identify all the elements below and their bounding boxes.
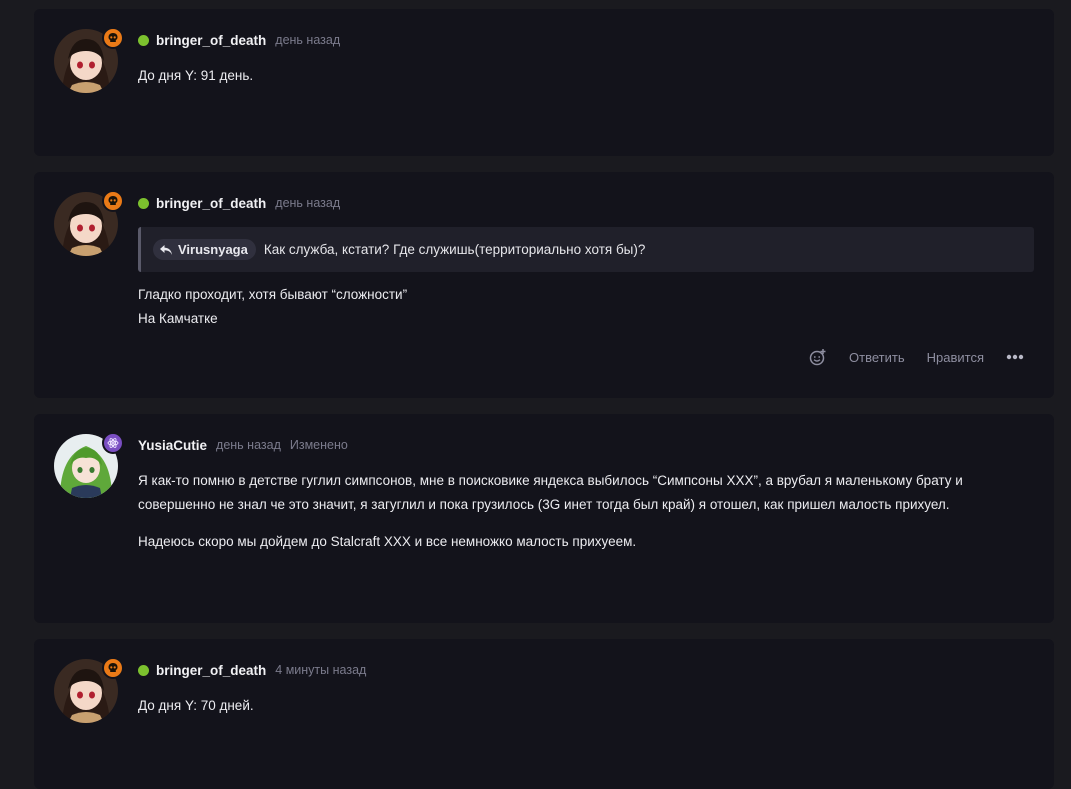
comment-header: bringer_of_death день назад	[138, 194, 340, 212]
reply-button[interactable]: Ответить	[849, 350, 905, 365]
comment-header: YusiaCutie день назад Изменено	[138, 436, 348, 454]
skull-badge	[102, 190, 124, 212]
add-reaction-button[interactable]	[809, 348, 827, 366]
timestamp[interactable]: день назад	[275, 33, 340, 47]
comment-paragraph: До дня Y: 70 дней.	[138, 698, 254, 713]
quote-author-chip[interactable]: Virusnyaga	[153, 239, 256, 260]
like-button[interactable]: Нравится	[927, 350, 984, 365]
online-indicator	[138, 34, 149, 46]
quoted-reply[interactable]: Virusnyaga Как служба, кстати? Где служи…	[138, 227, 1034, 272]
quote-author: Virusnyaga	[178, 242, 248, 257]
quote-text: Как служба, кстати? Где служишь(территор…	[263, 242, 646, 257]
online-indicator	[138, 197, 149, 209]
skull-icon	[108, 663, 118, 672]
comment-paragraph: На Камчатке	[138, 311, 218, 326]
comment-paragraph: Я как-то помню в детстве гуглил симпсоно…	[138, 473, 963, 512]
skull-badge	[102, 657, 124, 679]
comment-card: bringer_of_death день назад До дня Y: 91…	[34, 9, 1054, 156]
atom-icon	[107, 438, 119, 448]
username[interactable]: YusiaCutie	[138, 438, 207, 453]
comment-body: Гладко проходит, хотя бывают “сложности”…	[138, 283, 1034, 331]
comment-card: bringer_of_death 4 минуты назад До дня Y…	[34, 639, 1054, 789]
edited-label: Изменено	[289, 438, 348, 452]
username[interactable]: bringer_of_death	[156, 196, 266, 211]
username[interactable]: bringer_of_death	[156, 33, 266, 48]
atom-badge	[102, 432, 124, 454]
comment-body: До дня Y: 91 день.	[138, 64, 1034, 88]
timestamp[interactable]: день назад	[216, 438, 281, 452]
timestamp[interactable]: день назад	[275, 196, 340, 210]
online-indicator	[138, 664, 149, 676]
timestamp[interactable]: 4 минуты назад	[275, 663, 366, 677]
username[interactable]: bringer_of_death	[156, 663, 266, 678]
comment-card: bringer_of_death день назад Virusnyaga К…	[34, 172, 1054, 398]
add-reaction-icon	[809, 349, 826, 366]
comment-header: bringer_of_death 4 минуты назад	[138, 661, 366, 679]
more-dots-icon	[1006, 354, 1024, 360]
comment-paragraph: Гладко проходит, хотя бывают “сложности”	[138, 287, 408, 302]
skull-badge	[102, 27, 124, 49]
more-button[interactable]	[1006, 354, 1024, 360]
comment-paragraph: До дня Y: 91 день.	[138, 68, 254, 83]
comment-body: До дня Y: 70 дней.	[138, 694, 1034, 718]
comment-card: YusiaCutie день назад Изменено Я как-то …	[34, 414, 1054, 623]
comment-paragraph: Надеюсь скоро мы дойдем до Stalcraft XXX…	[138, 534, 637, 549]
comment-body: Я как-то помню в детстве гуглил симпсоно…	[138, 469, 1034, 554]
comment-header: bringer_of_death день назад	[138, 31, 340, 49]
comment-actions: Ответить Нравится	[809, 348, 1024, 366]
skull-icon	[108, 33, 118, 42]
reply-arrow-icon	[160, 244, 172, 255]
skull-icon	[108, 196, 118, 205]
